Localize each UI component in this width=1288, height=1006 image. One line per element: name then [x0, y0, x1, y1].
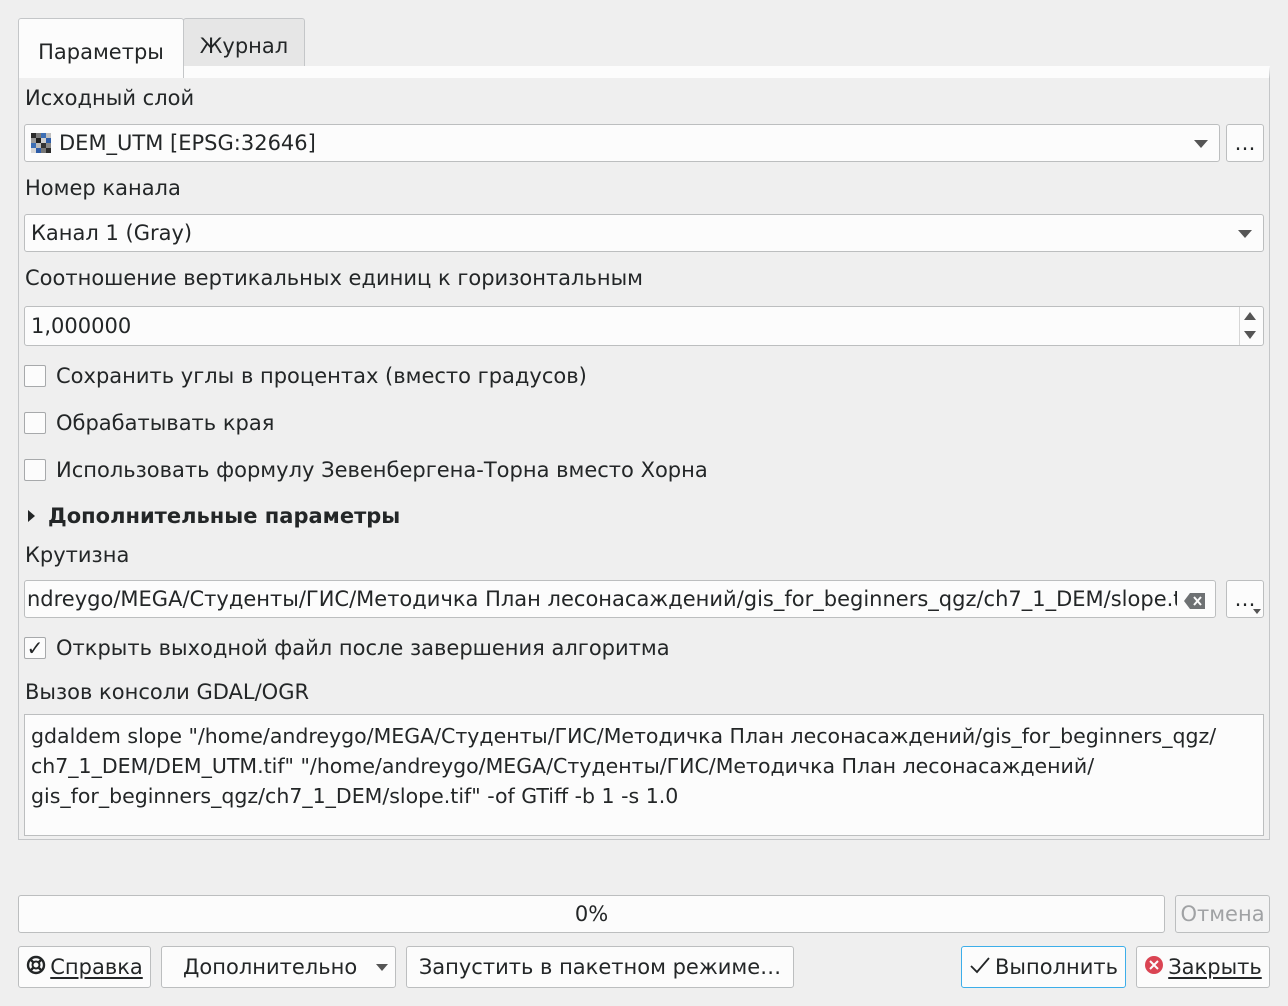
edges-checkbox-label: Обрабатывать края [56, 411, 275, 435]
cancel-button[interactable]: Отмена [1175, 895, 1270, 933]
ratio-label: Соотношение вертикальных единиц к горизо… [25, 266, 644, 290]
console-command-text[interactable]: gdaldem slope "/home/andreygo/MEGA/Студе… [24, 714, 1264, 836]
slope-output-value: ndreygo/MEGA/Студенты/ГИС/Методичка План… [27, 587, 1177, 611]
batch-mode-button[interactable]: Запустить в пакетном режиме… [406, 946, 794, 988]
chevron-down-icon [1194, 140, 1208, 148]
console-line: gdaldem slope "/home/andreygo/MEGA/Студе… [31, 724, 1217, 748]
tab-parameters[interactable]: Параметры [18, 18, 184, 78]
input-layer-select[interactable]: DEM_UTM [EPSG:32646] [24, 124, 1220, 162]
ratio-value: 1,000000 [31, 314, 132, 338]
tab-log[interactable]: Журнал [183, 18, 305, 66]
help-button-label: Справка [50, 955, 143, 979]
raster-layer-icon [31, 133, 51, 153]
band-select[interactable]: Канал 1 (Gray) [24, 214, 1264, 252]
zevenbergen-checkbox[interactable] [24, 459, 46, 481]
run-button[interactable]: Выполнить [961, 946, 1126, 988]
triangle-right-icon [28, 510, 35, 522]
checkmark-icon: ✓ [26, 636, 44, 660]
help-button[interactable]: Справка [18, 946, 151, 988]
clear-icon[interactable] [1183, 591, 1207, 615]
close-icon [1144, 955, 1164, 980]
tab-parameters-label: Параметры [38, 39, 164, 64]
open-output-label: Открыть выходной файл после завершения а… [56, 636, 670, 660]
band-value: Канал 1 (Gray) [31, 221, 193, 245]
band-label: Номер канала [25, 176, 181, 200]
advanced-expander[interactable]: Дополнительные параметры [24, 502, 400, 530]
close-button[interactable]: Закрыть [1136, 946, 1270, 988]
input-layer-value: DEM_UTM [EPSG:32646] [59, 131, 316, 155]
chevron-down-icon [1253, 609, 1261, 614]
browse-button-label: … [1234, 131, 1256, 155]
progress-bar: 0% [18, 895, 1165, 933]
browse-button-label: … [1234, 587, 1256, 611]
chevron-down-icon [1238, 230, 1252, 238]
percent-checkbox[interactable] [24, 365, 46, 387]
advanced-label: Дополнительные параметры [48, 504, 401, 528]
slope-output-input[interactable]: ndreygo/MEGA/Студенты/ГИС/Методичка План… [24, 580, 1216, 618]
run-button-label: Выполнить [995, 955, 1118, 979]
close-button-label: Закрыть [1168, 955, 1262, 979]
edges-checkbox[interactable] [24, 412, 46, 434]
spin-down-icon[interactable] [1244, 331, 1256, 339]
console-line: ch7_1_DEM/DEM_UTM.tif" "/home/andreygo/M… [31, 754, 1095, 778]
checkmark-icon [969, 955, 991, 980]
advanced-dropdown-button[interactable]: Дополнительно [161, 946, 396, 988]
input-layer-label: Исходный слой [25, 86, 195, 110]
cancel-button-label: Отмена [1180, 902, 1265, 926]
chevron-down-icon [376, 964, 388, 971]
tab-log-label: Журнал [199, 33, 289, 58]
console-label: Вызов консоли GDAL/OGR [25, 680, 310, 704]
advanced-button-label: Дополнительно [183, 955, 358, 979]
help-icon [26, 955, 46, 980]
console-line: gis_for_beginners_qgz/ch7_1_DEM/slope.ti… [31, 784, 679, 808]
percent-checkbox-label: Сохранить углы в процентах (вместо граду… [56, 364, 587, 388]
slope-output-browse-button[interactable]: … [1226, 580, 1264, 618]
batch-button-label: Запустить в пакетном режиме… [418, 955, 782, 979]
spin-divider [1239, 307, 1240, 345]
progress-percent: 0% [574, 902, 609, 926]
spin-up-icon[interactable] [1244, 312, 1256, 320]
slope-label: Крутизна [25, 543, 130, 567]
zevenbergen-checkbox-label: Использовать формулу Зевенбергена-Торна … [56, 458, 708, 482]
input-layer-browse-button[interactable]: … [1226, 124, 1264, 162]
open-output-checkbox[interactable]: ✓ [24, 637, 46, 659]
ratio-spinbox[interactable]: 1,000000 [24, 306, 1264, 346]
